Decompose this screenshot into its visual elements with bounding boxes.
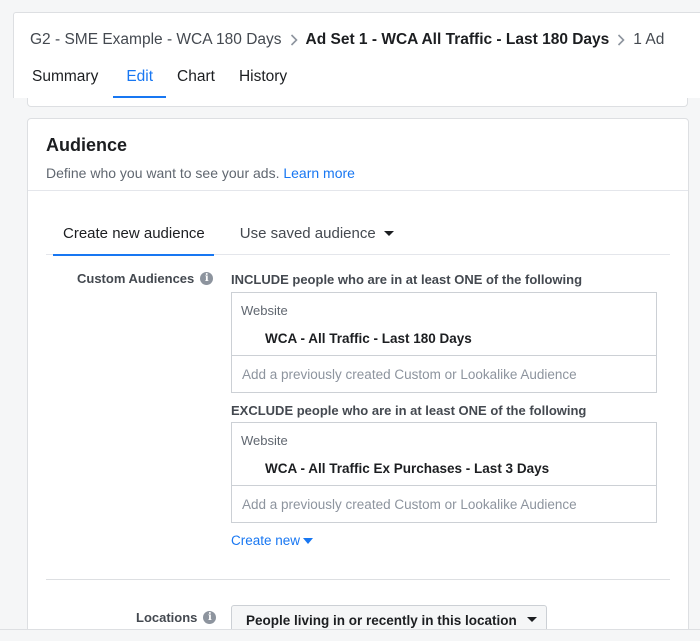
tab-edit[interactable]: Edit [113,63,166,99]
tab-bar: Summary Edit Chart History [14,63,291,99]
info-icon[interactable]: i [203,611,217,624]
audience-title: Audience [46,135,128,155]
learn-more-link[interactable]: Learn more [283,165,355,181]
create-new-button[interactable]: Create new [231,533,314,548]
locations-label: Locations [136,610,198,625]
audience-tabs: Create new audience Use saved audience [46,215,670,256]
include-selected: Website WCA - All Traffic - Last 180 Day… [232,293,656,356]
divider [46,579,670,580]
include-category: Website [241,303,288,318]
chevron-right-icon [290,34,298,46]
tab-chart[interactable]: Chart [177,63,215,99]
exclude-heading: EXCLUDE people who are in at least ONE o… [231,403,587,418]
tab-use-saved-audience-label: Use saved audience [239,225,376,242]
audience-header: Audience Define who you want to see your… [28,119,688,191]
tab-create-new-audience[interactable]: Create new audience [46,215,214,256]
locations-field: Locations i [136,610,217,625]
exclude-audience-input[interactable] [232,486,656,522]
include-heading: INCLUDE people who are in at least ONE o… [231,272,583,287]
include-audience-box: Website WCA - All Traffic - Last 180 Day… [231,292,657,393]
tab-use-saved-audience[interactable]: Use saved audience [240,215,394,255]
breadcrumb-ad-set[interactable]: Ad Set 1 - WCA All Traffic - Last 180 Da… [306,31,610,49]
locations-dropdown-label: People living in or recently in this loc… [246,612,517,628]
bottom-edge [0,629,700,641]
audience-card: Audience Define who you want to see your… [27,118,689,641]
custom-audiences-field: Custom Audiences i [77,271,214,286]
exclude-category: Website [241,433,288,448]
breadcrumb-ad[interactable]: 1 Ad [633,31,664,49]
tab-history[interactable]: History [239,63,287,99]
exclude-audience-item[interactable]: WCA - All Traffic Ex Purchases - Last 3 … [265,461,647,476]
breadcrumb: G2 - SME Example - WCA 180 Days Ad Set 1… [30,30,664,50]
previous-section-card [27,98,688,107]
audience-description-text: Define who you want to see your ads. [46,165,280,181]
exclude-selected: Website WCA - All Traffic Ex Purchases -… [232,423,656,486]
tab-summary[interactable]: Summary [32,63,98,99]
breadcrumb-campaign[interactable]: G2 - SME Example - WCA 180 Days [30,31,282,49]
header-bar: G2 - SME Example - WCA 180 Days Ad Set 1… [13,12,700,99]
create-new-label: Create new [231,533,301,548]
include-audience-item[interactable]: WCA - All Traffic - Last 180 Days [265,331,647,346]
caret-down-icon [526,616,537,622]
info-icon[interactable]: i [200,272,214,285]
chevron-right-icon [617,34,625,46]
caret-down-icon [303,537,314,544]
exclude-audience-box: Website WCA - All Traffic Ex Purchases -… [231,422,657,523]
audience-description: Define who you want to see your ads. Lea… [46,165,670,181]
include-audience-input[interactable] [232,356,656,392]
custom-audiences-label: Custom Audiences [77,271,195,286]
caret-down-icon [383,230,394,236]
